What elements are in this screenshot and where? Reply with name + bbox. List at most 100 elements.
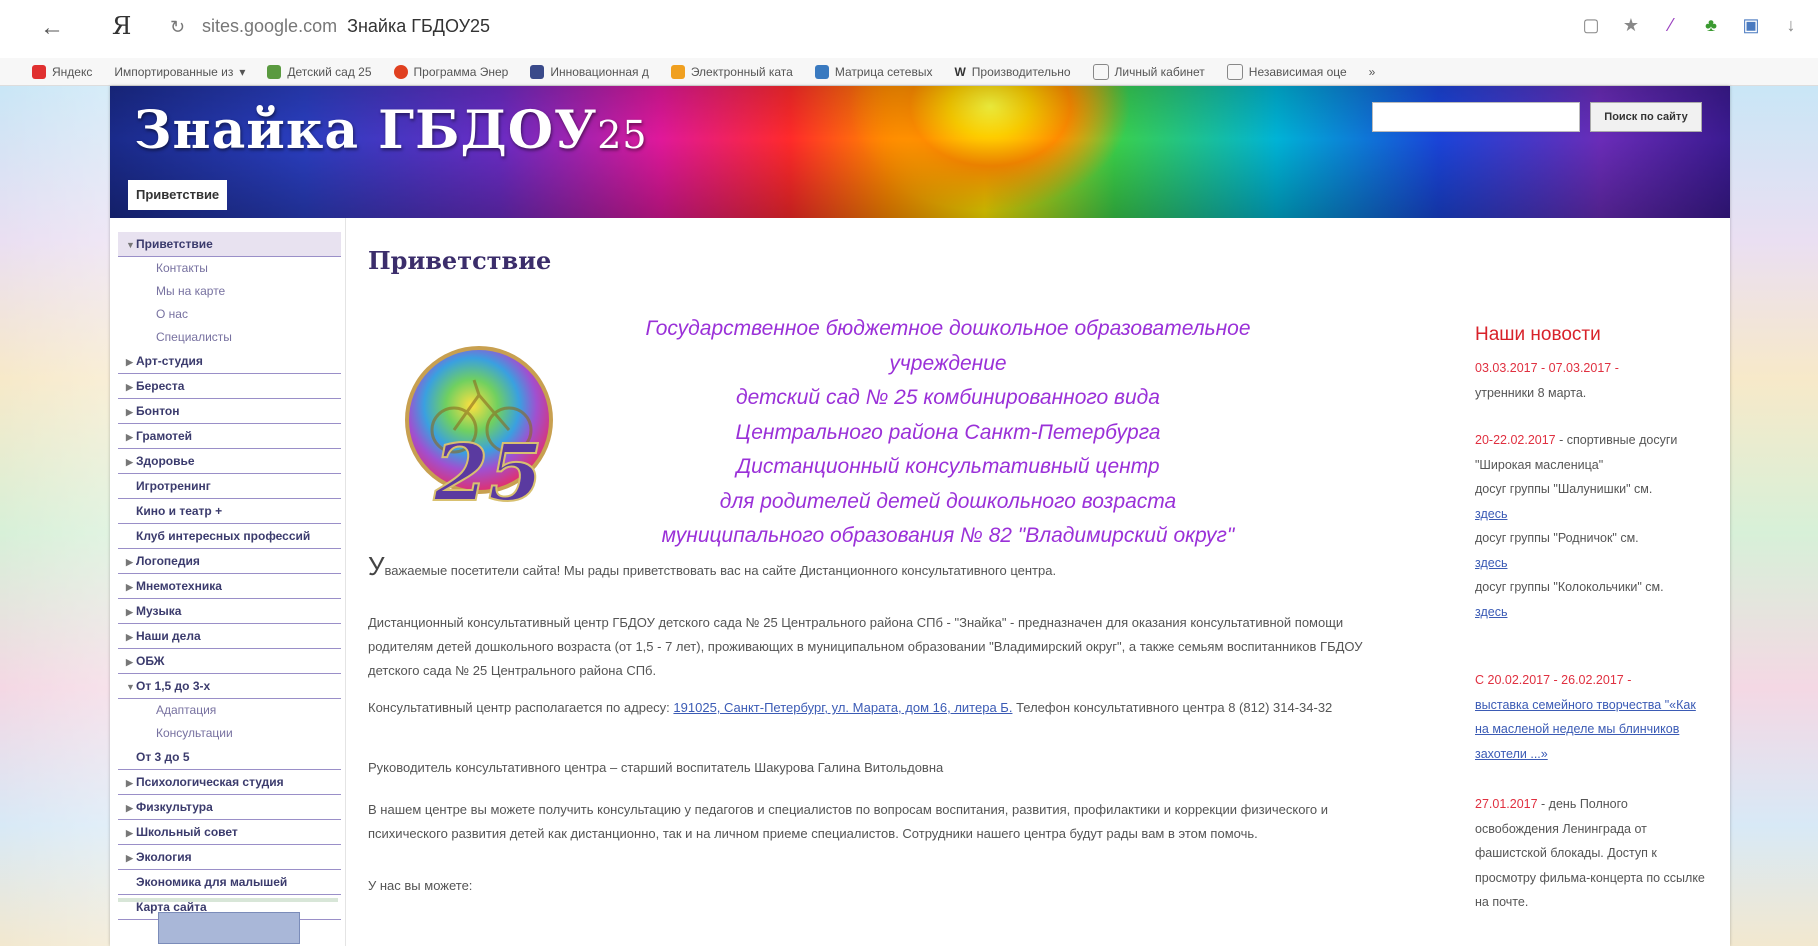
head-paragraph: Руководитель консультативного центра – с… — [368, 760, 944, 775]
back-arrow-icon[interactable]: ← — [40, 14, 64, 42]
tab-greeting[interactable]: Приветствие — [128, 180, 228, 210]
sidebar-item[interactable]: Экономика для малышей — [118, 870, 341, 895]
sidebar-item[interactable]: О нас — [118, 303, 341, 326]
news-link[interactable]: здесь — [1475, 507, 1507, 521]
bookmark-productivity[interactable]: W Производительно — [954, 65, 1070, 79]
more-bookmarks-icon[interactable]: » — [1369, 65, 1376, 79]
sidebar-item[interactable]: Мы на карте — [118, 280, 341, 303]
sidebar-item[interactable]: Игротренинг — [118, 474, 341, 499]
expand-right-icon[interactable]: ▶ — [126, 796, 136, 820]
sidebar-gadget[interactable] — [158, 912, 300, 944]
expand-right-icon[interactable]: ▶ — [126, 350, 136, 374]
site-header: Знайка ГБДОУ25 Поиск по сайту Приветстви… — [110, 86, 1730, 218]
sidebar-item[interactable]: ▶ Здоровье — [118, 449, 341, 474]
address-paragraph: Консультативный центр располагается по а… — [368, 700, 1333, 715]
yandex-icon — [32, 64, 46, 79]
expand-right-icon[interactable]: ▶ — [126, 846, 136, 870]
sidebar-item[interactable]: ▶ Грамотей — [118, 424, 341, 449]
sidebar-item[interactable]: ▶ Психологическая студия — [118, 770, 341, 795]
sidebar-item[interactable]: ▶ Логопедия — [118, 549, 341, 574]
expand-right-icon[interactable]: ▶ — [126, 400, 136, 424]
bookmark-kindergarten[interactable]: Детский сад 25 — [267, 64, 372, 79]
bookmark-matrix[interactable]: Матрица сетевых — [814, 64, 932, 79]
page-icon — [1226, 63, 1243, 80]
bookmark-independent[interactable]: Независимая оце — [1226, 63, 1347, 80]
sidebar-item[interactable]: ▼От 1,5 до 3-х — [118, 674, 341, 699]
sidebar-item-label: Клуб интересных профессий — [136, 529, 311, 543]
sidebar-item[interactable]: Кино и театр + — [118, 499, 341, 524]
expand-right-icon[interactable]: ▶ — [126, 425, 136, 449]
sidebar-item[interactable]: ▶ Береста — [118, 374, 341, 399]
sidebar-item[interactable]: ▶ Наши дела — [118, 624, 341, 649]
table-icon — [814, 64, 829, 79]
sidebar-item-label: Логопедия — [136, 554, 200, 568]
expand-right-icon[interactable]: ▶ — [126, 821, 136, 845]
bookmark-imported[interactable]: Импортированные из ▾ — [114, 65, 245, 79]
tab-view-icon[interactable]: ▢ — [1580, 14, 1602, 36]
sidebar-item-label: Наши дела — [136, 629, 201, 643]
expand-right-icon[interactable]: ▶ — [126, 650, 136, 674]
news-link[interactable]: здесь — [1475, 605, 1507, 619]
pen-extension-icon[interactable]: ⁄ — [1660, 14, 1682, 36]
news-link[interactable]: выставка семейного творчества "«Как на м… — [1475, 698, 1696, 761]
sidebar-item[interactable]: ▶ Школьный совет — [118, 820, 341, 845]
drop-cap: У — [368, 551, 385, 581]
sidebar-item-label: Береста — [136, 379, 185, 393]
bookmark-catalog[interactable]: Электронный ката — [670, 64, 793, 79]
bookmark-innovation[interactable]: Инновационная д — [530, 64, 649, 79]
sidebar-item[interactable]: ▶ Музыка — [118, 599, 341, 624]
sidebar-item-label: Физкультура — [136, 800, 213, 814]
sidebar-item[interactable]: ▼Приветствие — [118, 232, 341, 257]
sidebar-item-label: Мы на карте — [156, 284, 226, 298]
extension-icon[interactable]: ▣ — [1740, 14, 1762, 36]
download-icon[interactable]: ↓ — [1780, 14, 1802, 36]
news-link[interactable]: здесь — [1475, 556, 1507, 570]
expand-right-icon[interactable]: ▶ — [126, 450, 136, 474]
expand-right-icon[interactable]: ▶ — [126, 550, 136, 574]
url-field[interactable]: sites.google.com Знайка ГБДОУ25 — [202, 16, 490, 37]
sidebar-item-label: ОБЖ — [136, 654, 165, 668]
expand-right-icon[interactable]: ▶ — [126, 771, 136, 795]
expand-right-icon[interactable]: ▶ — [126, 575, 136, 599]
sidebar-item[interactable]: Контакты — [118, 257, 341, 280]
bookmarks-bar: Яндекс Импортированные из ▾ Детский сад 2… — [0, 58, 1818, 86]
sidebar-item[interactable]: ▶ Физкультура — [118, 795, 341, 820]
expand-right-icon[interactable]: ▶ — [126, 375, 136, 399]
sidebar-item[interactable]: ▶ Мнемотехника — [118, 574, 341, 599]
bookmark-program[interactable]: Программа Энер — [393, 64, 508, 79]
bookmark-star-icon[interactable]: ★ — [1620, 14, 1642, 36]
site-search-input[interactable] — [1372, 102, 1580, 132]
address-link[interactable]: 191025, Санкт-Петербург, ул. Марата, дом… — [673, 700, 1012, 715]
kindergarten-logo: 25 — [405, 346, 553, 520]
intro-line: Дистанционный консультативный центр — [736, 455, 1160, 478]
expand-down-icon[interactable]: ▼ — [126, 675, 136, 699]
sidebar-item[interactable]: Специалисты — [118, 326, 341, 349]
sidebar-item[interactable]: ▶ Арт-студия — [118, 349, 341, 374]
sidebar-item[interactable]: Адаптация — [118, 699, 341, 722]
bookmark-cabinet[interactable]: Личный кабинет — [1092, 63, 1205, 80]
center-description: Дистанционный консультативный центр ГБДО… — [368, 615, 1363, 678]
sidebar-item[interactable]: Консультации — [118, 722, 341, 745]
site-title[interactable]: Знайка ГБДОУ25 — [134, 100, 648, 161]
sidebar-item-label: От 3 до 5 — [136, 750, 190, 764]
reload-icon[interactable]: ↻ — [170, 17, 185, 38]
sidebar-item-label: Контакты — [156, 261, 208, 275]
sidebar-item-label: Консультации — [156, 726, 233, 740]
sidebar-item[interactable]: Клуб интересных профессий — [118, 524, 341, 549]
sidebar-item[interactable]: ▶ Бонтон — [118, 399, 341, 424]
sidebar-item[interactable]: От 3 до 5 — [118, 745, 341, 770]
page-title: Приветствие — [368, 246, 552, 275]
site-search-button[interactable]: Поиск по сайту — [1590, 102, 1702, 132]
green-extension-icon[interactable]: ♣ — [1700, 14, 1722, 36]
yandex-logo-icon[interactable]: Я — [112, 12, 131, 40]
sidebar-nav: ▼Приветствие Контакты Мы на карте О нас Спец… — [110, 232, 345, 920]
expand-right-icon[interactable]: ▶ — [126, 600, 136, 624]
sidebar-item[interactable]: ▶ ОБЖ — [118, 649, 341, 674]
expand-right-icon[interactable]: ▶ — [126, 625, 136, 649]
expand-down-icon[interactable]: ▼ — [126, 233, 136, 257]
sidebar-item[interactable]: ▶ Экология — [118, 845, 341, 870]
sidebar-item-label: Грамотей — [136, 429, 193, 443]
sidebar-item-label: Специалисты — [156, 330, 232, 344]
sidebar-item-label: Приветствие — [136, 237, 213, 251]
bookmark-yandex[interactable]: Яндекс — [32, 64, 92, 79]
